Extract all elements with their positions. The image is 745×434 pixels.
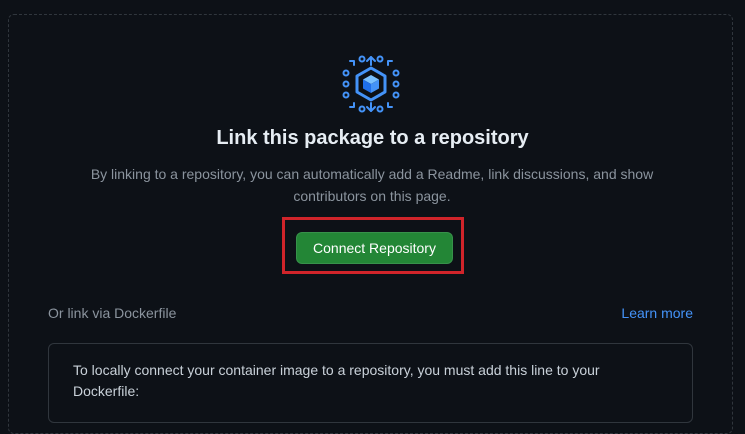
connect-repository-button[interactable]: Connect Repository bbox=[296, 232, 453, 264]
package-link-icon bbox=[342, 55, 400, 113]
description-text: By linking to a repository, you can auto… bbox=[90, 166, 654, 204]
dockerfile-label: Or link via Dockerfile bbox=[48, 305, 177, 321]
dockerfile-info-box: To locally connect your container image … bbox=[48, 343, 693, 423]
dockerfile-info-text: To locally connect your container image … bbox=[73, 362, 600, 399]
learn-more-link[interactable]: Learn more bbox=[621, 305, 693, 321]
page-title: Link this package to a repository bbox=[216, 127, 529, 149]
